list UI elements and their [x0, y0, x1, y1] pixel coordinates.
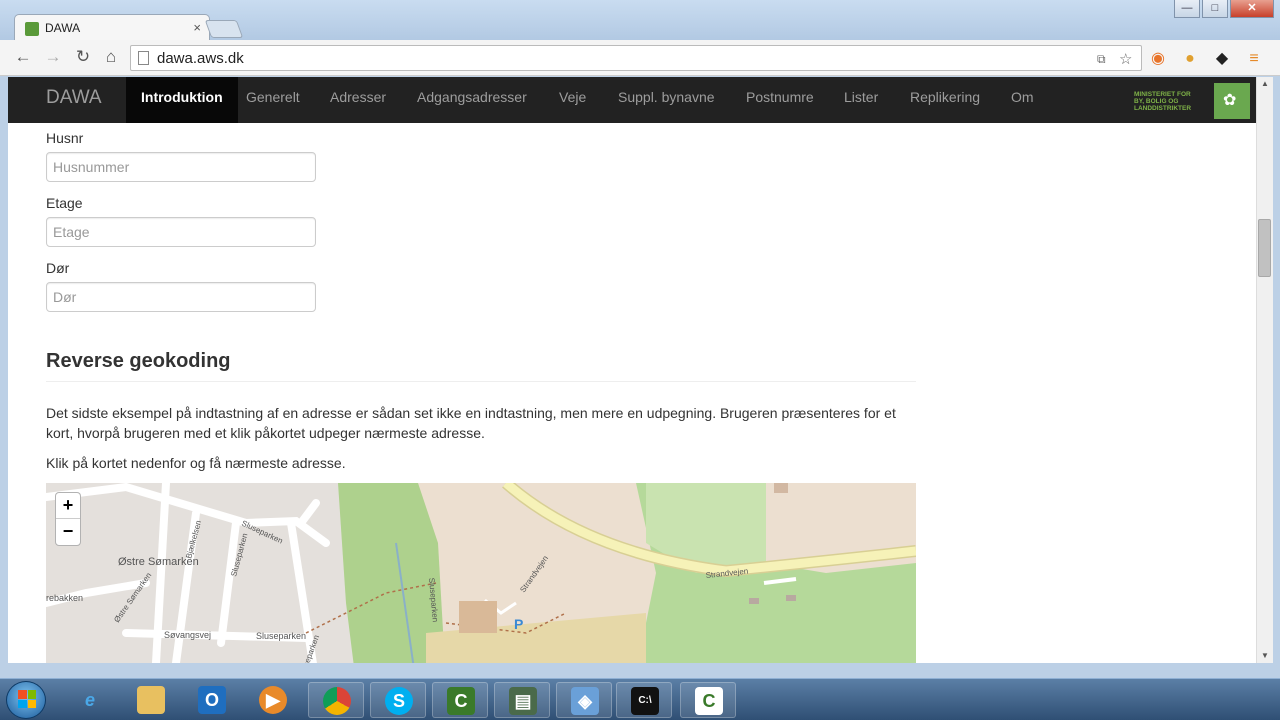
skype-icon: S: [385, 687, 413, 715]
etage-input[interactable]: [46, 217, 316, 247]
outlook-icon: O: [198, 686, 226, 714]
browser-toolbar: ← → ↻ ⌂ dawa.aws.dk ⧉ ☆ ◉ ● ◆ ≡: [0, 40, 1280, 76]
etage-label: Etage: [46, 195, 83, 211]
nav-suppl-bynavne[interactable]: Suppl. bynavne: [618, 77, 715, 123]
window-controls: — □ ✕: [1174, 0, 1274, 18]
windows-taskbar: e O ▶ S C ▤ ◈ C:\ C: [0, 678, 1280, 720]
page-viewport: DAWA Introduktion Generelt Adresser Adga…: [8, 77, 1256, 663]
instruction-paragraph: Klik på kortet nedenfor og få nærmeste a…: [46, 455, 346, 471]
tab-close-icon[interactable]: ×: [193, 20, 201, 35]
browser-tab[interactable]: DAWA ×: [14, 14, 210, 42]
building: [786, 595, 796, 601]
ministry-name: MINISTERIET FOR BY, BOLIG OG LANDDISTRIK…: [1134, 91, 1192, 112]
brand-logo[interactable]: DAWA: [46, 87, 102, 109]
internet-explorer-icon: e: [84, 690, 95, 710]
building: [774, 483, 788, 493]
maximize-icon[interactable]: □: [1202, 0, 1228, 18]
minimize-icon[interactable]: —: [1174, 0, 1200, 18]
nav-postnumre[interactable]: Postnumre: [746, 77, 814, 123]
street-label: Sluseparken: [256, 631, 306, 641]
building: [459, 601, 497, 633]
taskbar-item[interactable]: O: [184, 682, 240, 718]
taskbar-item-active[interactable]: [308, 682, 364, 718]
rss-icon[interactable]: ◉: [1148, 49, 1168, 69]
ministry-emblem: ✿: [1214, 83, 1250, 119]
zoom-in-button[interactable]: +: [56, 493, 80, 519]
doer-input[interactable]: [46, 282, 316, 312]
tab-title: DAWA: [45, 21, 81, 35]
scrollbar-thumb[interactable]: [1258, 219, 1271, 277]
title-bar: DAWA × — □ ✕: [0, 0, 1280, 42]
windows-start-icon[interactable]: [6, 681, 46, 719]
camtasia-icon: C: [447, 687, 475, 715]
zoom-out-button[interactable]: −: [56, 519, 80, 545]
nav-adresser[interactable]: Adresser: [330, 77, 386, 123]
reload-icon[interactable]: ↻: [72, 47, 94, 67]
scroll-up-icon[interactable]: ▲: [1257, 77, 1273, 91]
nav-veje[interactable]: Veje: [559, 77, 586, 123]
building: [749, 598, 759, 604]
flower-icon: ✿: [1223, 92, 1237, 109]
nav-generelt[interactable]: Generelt: [246, 77, 300, 123]
ministry-logo[interactable]: MINISTERIET FOR BY, BOLIG OG LANDDISTRIK…: [1132, 83, 1250, 119]
forward-arrow-icon[interactable]: →: [42, 47, 64, 67]
scroll-down-icon[interactable]: ▼: [1257, 649, 1273, 663]
page-icon: [138, 51, 149, 65]
street-label: Søvangsvej: [164, 630, 211, 640]
dawa-favicon-icon: [25, 22, 39, 36]
taskbar-item[interactable]: e: [62, 682, 118, 718]
section-heading: Reverse geokoding: [46, 350, 231, 372]
doer-label: Dør: [46, 260, 70, 276]
divider: [46, 381, 916, 382]
nav-om[interactable]: Om: [1011, 77, 1034, 123]
nav-replikering[interactable]: Replikering: [910, 77, 980, 123]
husnr-input[interactable]: [46, 152, 316, 182]
browser-window: DAWA × — □ ✕ ← → ↻ ⌂ dawa.aws.dk ⧉ ☆ ◉ ●…: [0, 0, 1280, 678]
virtualbox-icon: ◈: [571, 687, 599, 715]
new-tab-button[interactable]: [204, 20, 244, 38]
parking-icon: P: [514, 616, 523, 632]
file-explorer-icon: [137, 686, 165, 714]
zoom-control: + −: [55, 492, 81, 546]
windows-logo: [18, 690, 36, 708]
husnr-label: Husnr: [46, 130, 84, 146]
street-label: rebakken: [46, 593, 83, 603]
taskbar-item-active[interactable]: C:\: [616, 682, 672, 718]
map[interactable]: Østre Sømarken rebakken Søvangsvej Sluse…: [46, 483, 916, 663]
page-scrollbar[interactable]: ▲ ▼: [1256, 77, 1273, 663]
layers-icon[interactable]: ◆: [1212, 49, 1232, 69]
taskbar-item-active[interactable]: ▤: [494, 682, 550, 718]
url-text: dawa.aws.dk: [157, 50, 244, 67]
taskbar-item-active[interactable]: C: [432, 682, 488, 718]
map-tiles[interactable]: Østre Sømarken rebakken Søvangsvej Sluse…: [46, 483, 916, 663]
intro-paragraph: Det sidste eksempel på indtastning af en…: [46, 405, 896, 441]
media-player-icon: ▶: [259, 686, 287, 714]
nav-lister[interactable]: Lister: [844, 77, 878, 123]
close-window-icon[interactable]: ✕: [1230, 0, 1274, 18]
menu-icon[interactable]: ≡: [1244, 49, 1264, 69]
taskbar-item-active[interactable]: S: [370, 682, 426, 718]
cmd-icon: C:\: [631, 687, 659, 715]
address-bar[interactable]: dawa.aws.dk ⧉ ☆: [130, 45, 1142, 71]
taskbar-item[interactable]: ▶: [245, 682, 301, 718]
taskbar-item[interactable]: [123, 682, 179, 718]
site-navbar: DAWA Introduktion Generelt Adresser Adga…: [8, 77, 1256, 123]
taskbar-item-active[interactable]: C: [680, 682, 736, 718]
nav-adgangsadresser[interactable]: Adgangsadresser: [417, 77, 527, 123]
translate-icon[interactable]: ⧉: [1097, 52, 1106, 67]
network-icon: ▤: [509, 687, 537, 715]
home-icon[interactable]: ⌂: [100, 47, 122, 67]
back-arrow-icon[interactable]: ←: [12, 47, 34, 67]
chrome-icon: [323, 687, 351, 715]
nav-introduktion[interactable]: Introduktion: [126, 77, 238, 123]
star-icon[interactable]: ☆: [1119, 50, 1132, 68]
extension-icon[interactable]: ●: [1180, 49, 1200, 69]
taskbar-item-active[interactable]: ◈: [556, 682, 612, 718]
camtasia-recorder-icon: C: [695, 687, 723, 715]
